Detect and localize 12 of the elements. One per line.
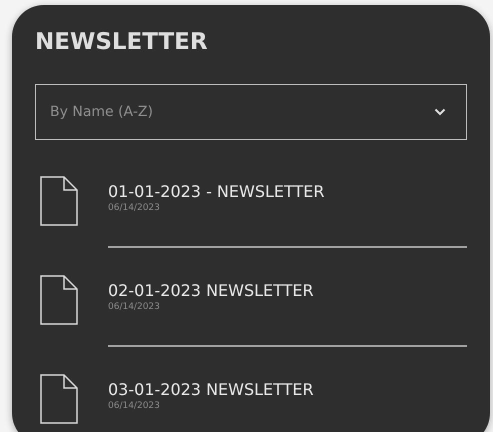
newsletter-link[interactable]: 01-01-2023 - NEWSLETTER bbox=[108, 182, 324, 202]
document-icon bbox=[40, 176, 78, 226]
document-icon bbox=[40, 374, 78, 424]
newsletter-date: 06/14/2023 bbox=[108, 400, 161, 413]
document-icon bbox=[40, 275, 78, 325]
newsletter-link[interactable]: 03-01-2023 NEWSLETTER bbox=[108, 380, 314, 400]
newsletter-date: 06/14/2023 bbox=[108, 202, 161, 215]
section-title: NEWSLETTER bbox=[35, 28, 209, 57]
sort-dropdown[interactable]: By Name (A-Z) bbox=[35, 84, 467, 140]
newsletter-date: 06/14/2023 bbox=[108, 301, 161, 314]
newsletter-link[interactable]: 02-01-2023 NEWSLETTER bbox=[108, 281, 314, 301]
chevron-down-icon bbox=[434, 108, 446, 116]
